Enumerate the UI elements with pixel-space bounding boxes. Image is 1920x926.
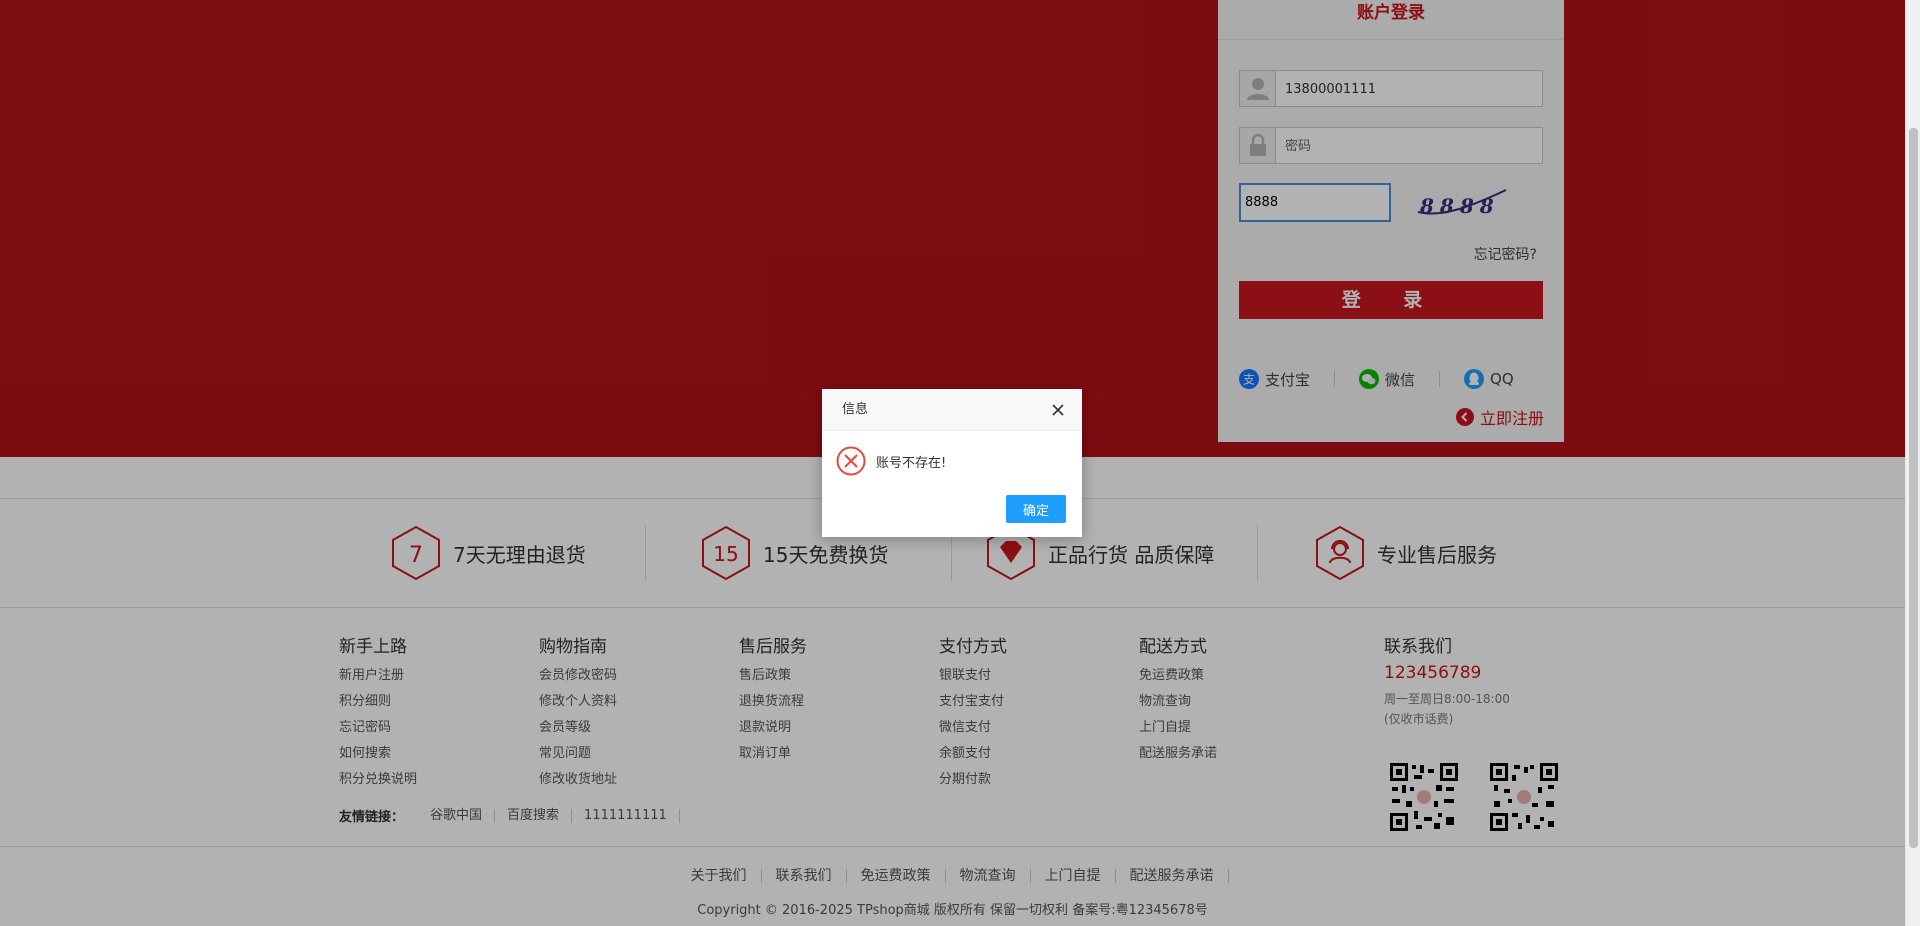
dialog-title: 信息 [822,389,1082,431]
scrollbar-thumb[interactable] [1909,128,1918,848]
dialog-body: 账号不存在! [836,446,946,476]
confirm-button[interactable]: 确定 [1006,495,1066,523]
error-icon [836,446,866,476]
close-icon[interactable] [1050,402,1066,418]
message-dialog: 信息 账号不存在! 确定 [822,389,1082,537]
scrollbar[interactable] [1905,0,1920,926]
dialog-message: 账号不存在! [876,455,947,471]
